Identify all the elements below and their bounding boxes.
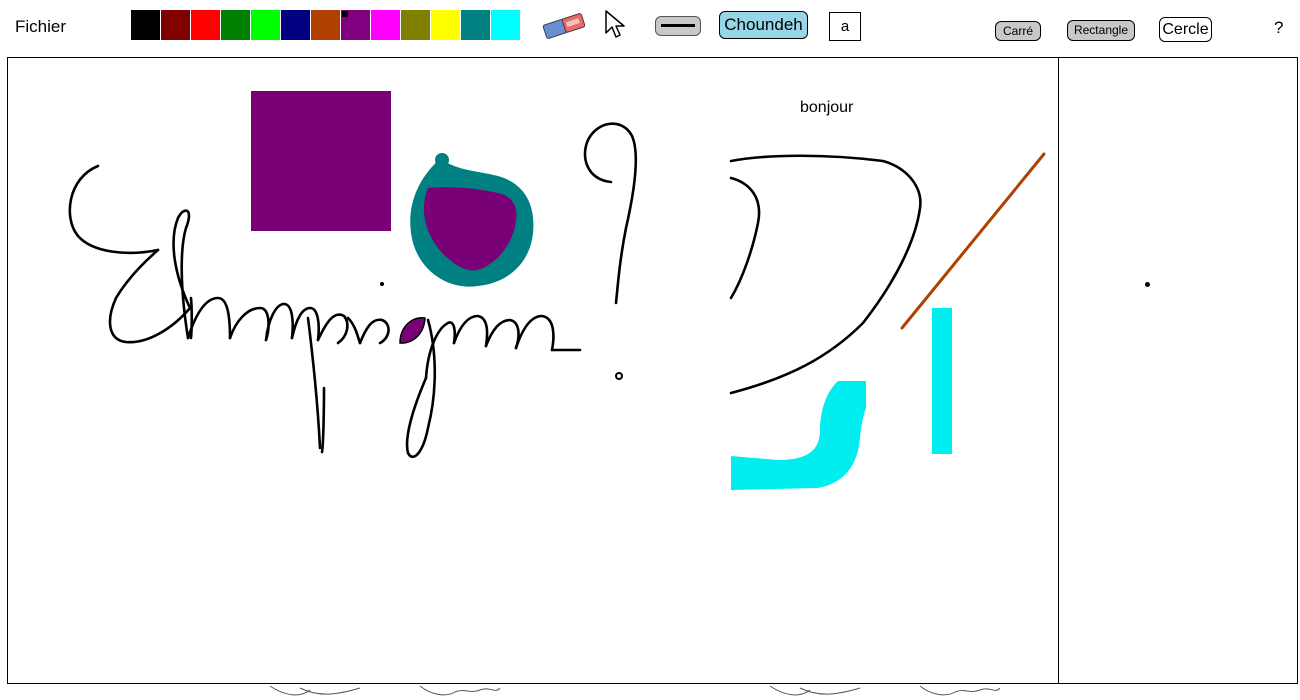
square-button[interactable]: Carré <box>995 21 1041 41</box>
drawing-canvas[interactable]: bonjour <box>7 57 1059 684</box>
color-swatch-maroon[interactable] <box>161 10 191 40</box>
side-preview-panel <box>1058 57 1298 684</box>
preview-dot <box>1145 282 1150 287</box>
color-swatch-lime[interactable] <box>251 10 281 40</box>
background-sketch <box>269 685 1001 696</box>
color-swatch-black[interactable] <box>131 10 161 40</box>
text-tool-button[interactable]: a <box>829 12 861 41</box>
rectangle-button[interactable]: Rectangle <box>1067 20 1135 41</box>
purple-leaf-shape <box>399 317 426 344</box>
color-swatch-cyan[interactable] <box>491 10 521 40</box>
font-button[interactable]: Choundeh <box>719 11 808 39</box>
question-mark-stroke <box>583 122 638 305</box>
orange-line-shape <box>900 152 1046 330</box>
color-swatch-green[interactable] <box>221 10 251 40</box>
line-tool-button[interactable] <box>655 16 701 36</box>
color-swatch-red[interactable] <box>191 10 221 40</box>
color-swatch-teal[interactable] <box>461 10 491 40</box>
eraser-icon[interactable] <box>538 10 590 42</box>
file-menu[interactable]: Fichier <box>15 17 66 37</box>
circle-button[interactable]: Cercle <box>1159 17 1212 42</box>
canvas-text-bonjour: bonjour <box>800 99 854 116</box>
i-dot-mark <box>380 282 384 286</box>
canvas-drawing <box>68 91 1046 490</box>
purple-square-shape <box>251 91 391 231</box>
color-swatch-purple[interactable] <box>341 10 371 40</box>
color-swatch-magenta[interactable] <box>371 10 401 40</box>
help-button[interactable]: ? <box>1274 18 1283 38</box>
question-dot-mark <box>615 372 623 380</box>
color-swatch-orange[interactable] <box>311 10 341 40</box>
color-palette <box>131 10 521 40</box>
color-swatch-olive[interactable] <box>401 10 431 40</box>
cyan-curve-shape <box>731 381 866 490</box>
color-swatch-navy[interactable] <box>281 10 311 40</box>
cyan-bar-shape <box>932 308 952 454</box>
pointer-cursor-icon[interactable] <box>604 9 626 41</box>
color-swatch-yellow[interactable] <box>431 10 461 40</box>
d-shape-stroke <box>729 154 922 395</box>
